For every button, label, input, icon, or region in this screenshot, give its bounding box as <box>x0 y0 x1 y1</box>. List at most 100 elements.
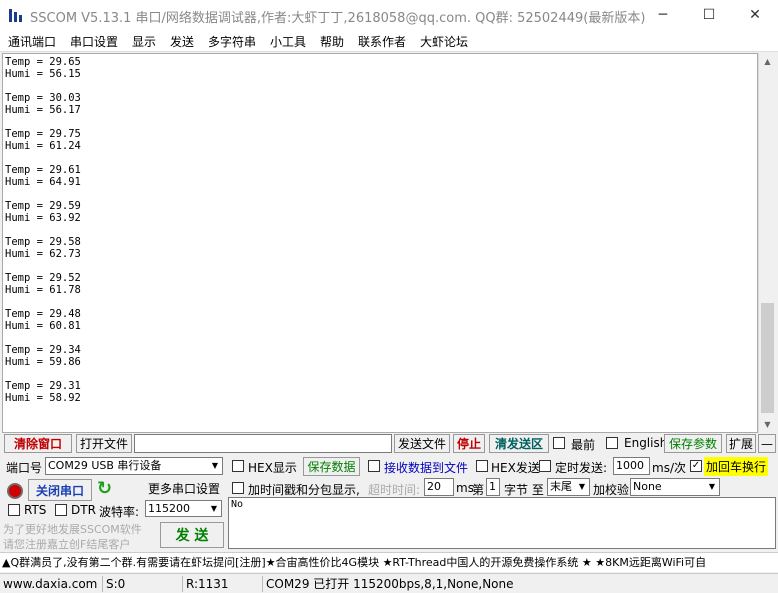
menu-tools[interactable]: 小工具 <box>270 33 306 50</box>
output-line: Humi = 63.92 <box>5 212 81 224</box>
menu-help[interactable]: 帮助 <box>320 33 344 50</box>
close-icon: ✕ <box>749 7 761 23</box>
output-line: Humi = 62.73 <box>5 248 81 260</box>
sent-count: S:0 <box>102 576 182 592</box>
website-link[interactable]: www.daxia.com <box>0 576 97 592</box>
timed-send-label: 定时发送: <box>555 461 608 475</box>
window-title: SSCOM V5.13.1 串口/网络数据调试器,作者:大虾丁丁,2618058… <box>30 11 646 26</box>
baud-rate-value: 115200 <box>148 502 190 515</box>
sscom-logo-icon <box>9 9 22 22</box>
byte-prefix-label: 第 <box>472 483 485 497</box>
hex-send-checkbox[interactable] <box>476 460 488 472</box>
checksum-select[interactable]: None ▼ <box>630 478 720 496</box>
close-port-button[interactable]: 关闭串口 <box>28 479 92 501</box>
menu-display[interactable]: 显示 <box>132 33 156 50</box>
open-file-button[interactable]: 打开文件 <box>76 434 132 453</box>
minimize-icon: ─ <box>658 7 668 23</box>
more-port-settings-button[interactable]: 更多串口设置 <box>146 479 222 498</box>
received-count: R:1131 <box>182 576 262 592</box>
add-timestamp-label: 加时间戳和分包显示, <box>248 483 360 497</box>
menu-bar: 通讯端口 串口设置 显示 发送 多字符串 小工具 帮助 联系作者 大虾论坛 <box>0 30 778 52</box>
timeout-field[interactable]: 20 <box>424 478 454 496</box>
output-line: Humi = 61.78 <box>5 284 81 296</box>
byte-end-select[interactable]: 末尾 ▼ <box>547 478 590 496</box>
chevron-down-icon: ▼ <box>208 458 222 474</box>
save-params-button[interactable]: 保存参数 <box>664 434 722 453</box>
file-path-field[interactable] <box>134 434 392 453</box>
collapse-button[interactable]: — <box>758 434 776 453</box>
stop-button[interactable]: 停止 <box>453 434 485 453</box>
add-timestamp-checkbox[interactable] <box>232 482 244 494</box>
add-crlf-label: 加回车换行 <box>704 457 769 476</box>
menu-send[interactable]: 发送 <box>170 33 194 50</box>
clear-window-button[interactable]: 清除窗口 <box>4 434 72 453</box>
output-line: Temp = 29.52 <box>5 272 81 284</box>
output-line: Temp = 29.31 <box>5 380 81 392</box>
menu-forum[interactable]: 大虾论坛 <box>420 33 468 50</box>
topmost-checkbox[interactable] <box>553 437 565 449</box>
hex-send-label: HEX发送 <box>491 461 540 475</box>
port-status-icon <box>7 483 23 499</box>
english-checkbox[interactable] <box>606 437 618 449</box>
menu-port-settings[interactable]: 串口设置 <box>70 33 118 50</box>
output-line: Temp = 29.75 <box>5 128 81 140</box>
port-label: 端口号 <box>6 461 43 475</box>
announcement-ticker[interactable]: ▲Q群满员了,没有第二个群.有需要请在虾坛提问[注册]★合宙高性价比4G模块 ★… <box>0 552 778 572</box>
expand-button[interactable]: 扩展 <box>726 434 756 453</box>
byte-start-field[interactable]: 1 <box>486 478 500 496</box>
refresh-icon[interactable]: ↻ <box>97 478 112 499</box>
port-value: COM29 USB 串行设备 <box>48 459 162 472</box>
menu-multi-string[interactable]: 多字符串 <box>208 33 256 50</box>
interval-field[interactable]: 1000 <box>613 457 650 475</box>
output-line: Temp = 29.59 <box>5 200 81 212</box>
promo-line-2[interactable]: 请您注册嘉立创F结尾客户 <box>3 536 130 552</box>
receive-output-area[interactable]: Temp = 29.65 Humi = 56.15 Temp = 30.03 Humi… <box>2 53 758 433</box>
send-button[interactable]: 发 送 <box>160 522 224 548</box>
output-line: Temp = 29.34 <box>5 344 81 356</box>
port-select[interactable]: COM29 USB 串行设备 ▼ <box>45 457 223 475</box>
output-line: Humi = 58.92 <box>5 392 81 404</box>
rts-label: RTS <box>24 503 47 517</box>
save-data-button[interactable]: 保存数据 <box>303 457 360 476</box>
clear-send-area-button[interactable]: 清发送区 <box>489 434 549 453</box>
receive-to-file-checkbox[interactable] <box>368 460 380 472</box>
byte-end-value: 末尾 <box>550 480 572 493</box>
checksum-value: None <box>633 480 662 493</box>
title-bar: SSCOM V5.13.1 串口/网络数据调试器,作者:大虾丁丁,2618058… <box>0 0 778 30</box>
output-line: Humi = 59.86 <box>5 356 81 368</box>
scroll-up-icon[interactable]: ▲ <box>759 53 776 69</box>
menu-comm-port[interactable]: 通讯端口 <box>8 33 56 50</box>
interval-unit-label: ms/次 <box>652 461 686 475</box>
send-file-button[interactable]: 发送文件 <box>394 434 450 453</box>
status-bar: www.daxia.com S:0 R:1131 COM29 已打开 11520… <box>0 573 778 593</box>
scroll-thumb[interactable] <box>761 303 774 413</box>
chevron-down-icon: ▼ <box>207 501 221 516</box>
port-status-text: COM29 已打开 115200bps,8,1,None,None <box>262 576 514 592</box>
output-line: Humi = 64.91 <box>5 176 81 188</box>
promo-line-1[interactable]: 为了更好地发展SSCOM软件 <box>3 521 142 537</box>
output-line: Humi = 60.81 <box>5 320 81 332</box>
rts-checkbox[interactable] <box>8 504 20 516</box>
close-button[interactable]: ✕ <box>732 0 778 30</box>
output-line: Temp = 29.48 <box>5 308 81 320</box>
output-line: Temp = 29.61 <box>5 164 81 176</box>
timed-send-checkbox[interactable] <box>539 460 551 472</box>
timeout-label: 超时时间: <box>368 483 421 497</box>
dtr-label: DTR <box>71 503 96 517</box>
hex-display-checkbox[interactable] <box>232 460 244 472</box>
scroll-down-icon[interactable]: ▼ <box>759 416 776 432</box>
maximize-button[interactable]: ☐ <box>686 0 732 30</box>
vertical-scrollbar[interactable]: ▲ ▼ <box>758 53 776 433</box>
maximize-icon: ☐ <box>702 7 716 23</box>
output-line: Temp = 30.03 <box>5 92 81 104</box>
minimize-button[interactable]: ─ <box>640 0 686 30</box>
output-line: Temp = 29.58 <box>5 236 81 248</box>
receive-to-file-label[interactable]: 接收数据到文件 <box>384 459 468 476</box>
send-text-area[interactable]: No <box>228 497 776 549</box>
baud-rate-label: 波特率: <box>99 505 140 519</box>
menu-contact-author[interactable]: 联系作者 <box>358 33 406 50</box>
baud-rate-select[interactable]: 115200 ▼ <box>145 500 222 517</box>
dtr-checkbox[interactable] <box>55 504 67 516</box>
add-crlf-checkbox[interactable]: ✓ <box>690 460 702 472</box>
hex-display-label: HEX显示 <box>248 461 297 475</box>
